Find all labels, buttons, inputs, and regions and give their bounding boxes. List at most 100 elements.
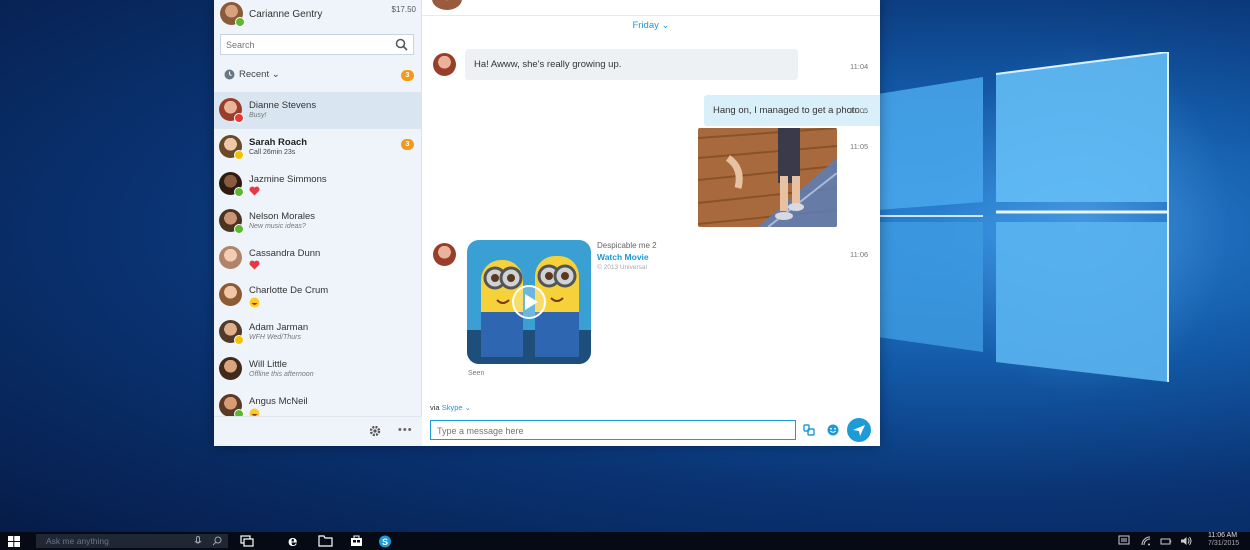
avatar[interactable] [433, 243, 456, 266]
contact-name: Cassandra Dunn [249, 248, 321, 259]
avatar[interactable] [432, 0, 462, 10]
contact-mood: New music ideas? [249, 223, 306, 230]
contact-list: Dianne Stevens Busy! Sarah Roach Call 26… [214, 92, 422, 425]
contact-name: Charlotte De Crum [249, 285, 329, 296]
skype-credit[interactable]: $17.50 [392, 5, 416, 14]
taskbar-date[interactable]: 7/31/2015 [1208, 540, 1239, 548]
online-status-icon [234, 187, 244, 197]
movie-title: Despicable me 2 [597, 241, 657, 250]
avatar [219, 283, 242, 306]
message-time: 11:04 [850, 62, 869, 71]
via-service[interactable]: Skype [442, 403, 463, 412]
search-icon[interactable] [395, 38, 408, 51]
cortana-placeholder: Ask me anything [46, 536, 109, 546]
away-status-icon [234, 150, 244, 160]
message-time: 11:05 [850, 142, 869, 151]
avatar [219, 172, 244, 197]
file-explorer-icon[interactable] [318, 535, 333, 547]
avatar [219, 135, 244, 160]
unread-badge: 3 [401, 70, 414, 81]
windows-start-icon[interactable] [8, 536, 20, 547]
sidebar: Carianne Gentry $17.50 Recent ⌄ 3 [214, 0, 422, 446]
message-time: 11:06 [850, 250, 869, 259]
contact-name: Dianne Stevens [249, 100, 317, 111]
away-status-icon [234, 335, 244, 345]
wifi-icon[interactable] [1140, 535, 1152, 547]
gear-icon[interactable] [369, 425, 381, 437]
heart-icon [249, 186, 260, 196]
list-item[interactable]: Charlotte De Crum [214, 277, 422, 314]
cortana-search[interactable]: Ask me anything [36, 534, 228, 548]
photo-image [698, 128, 837, 227]
edge-icon[interactable]: e [288, 532, 298, 550]
microphone-icon[interactable] [194, 536, 202, 546]
contact-name: Jazmine Simmons [249, 174, 327, 185]
contact-name: Will Little [249, 359, 288, 370]
profile-name: Carianne Gentry [249, 9, 323, 20]
unread-badge: 3 [401, 139, 414, 150]
send-button[interactable] [847, 418, 871, 442]
contact-name: Adam Jarman [249, 322, 309, 333]
contact-name: Sarah Roach [249, 137, 308, 148]
search-input[interactable] [221, 35, 391, 55]
movie-info: Despicable me 2 Watch Movie © 2013 Unive… [597, 241, 657, 271]
list-item[interactable]: Nelson Morales New music ideas? [214, 203, 422, 240]
sidebar-footer: ••• [214, 416, 422, 446]
movie-thumbnail[interactable] [467, 240, 591, 364]
watch-movie-link[interactable]: Watch Movie [597, 252, 657, 262]
list-item[interactable]: Sarah Roach Call 26min 23s 3 [214, 129, 422, 166]
clock-icon [224, 69, 235, 80]
profile-header[interactable]: Carianne Gentry $17.50 [220, 0, 416, 28]
contact-name: Nelson Morales [249, 211, 315, 222]
list-item[interactable]: Cassandra Dunn [214, 240, 422, 277]
skype-window: Carianne Gentry $17.50 Recent ⌄ 3 [214, 0, 880, 446]
via-service-selector[interactable]: via Skype ⌄ [430, 403, 471, 412]
seen-indicator: Seen [468, 370, 485, 377]
message-time: 11:05 [850, 106, 869, 115]
message-bubble[interactable]: Ha! Awww, she's really growing up. [465, 49, 798, 80]
online-status-icon [235, 17, 245, 27]
emoji-icon[interactable] [827, 424, 839, 436]
contact-mood: WFH Wed/Thurs [249, 334, 301, 341]
conversation-pane: Friday ⌄ Ha! Awww, she's really growing … [422, 0, 880, 446]
contact-mood: Offline this afternoon [249, 371, 314, 378]
list-item[interactable]: Adam Jarman WFH Wed/Thurs [214, 314, 422, 351]
day-separator[interactable]: Friday ⌄ [422, 20, 880, 31]
avatar [219, 357, 242, 380]
contact-mood: Call 26min 23s [249, 149, 296, 156]
recent-label: Recent ⌄ [239, 69, 280, 80]
store-icon[interactable] [350, 535, 363, 547]
skype-icon[interactable]: S [378, 535, 392, 548]
compose-box[interactable] [430, 420, 796, 440]
more-icon[interactable]: ••• [398, 424, 413, 436]
play-icon[interactable] [511, 284, 547, 320]
avatar[interactable] [433, 53, 456, 76]
shared-photo[interactable] [698, 128, 837, 227]
volume-icon[interactable] [1180, 535, 1193, 547]
task-view-icon[interactable] [240, 535, 254, 547]
contact-mood: Busy! [249, 112, 267, 119]
busy-status-icon [234, 113, 244, 123]
conversation-header [422, 0, 880, 16]
list-item[interactable]: Will Little Offline this afternoon [214, 351, 422, 388]
action-center-icon[interactable] [1118, 535, 1130, 547]
send-icon [853, 425, 865, 436]
battery-icon[interactable] [1160, 535, 1172, 547]
taskbar: Ask me anything e S 11:06 AM 7/31/2015 [0, 532, 1250, 550]
avatar [219, 246, 242, 269]
search-icon[interactable] [212, 536, 222, 546]
laugh-emoji-icon [249, 297, 260, 308]
search-box[interactable] [220, 34, 414, 55]
avatar [219, 209, 244, 234]
list-item[interactable]: Dianne Stevens Busy! [214, 92, 422, 129]
attach-icon[interactable] [802, 423, 816, 437]
contact-name: Angus McNeil [249, 396, 308, 407]
list-item[interactable]: Jazmine Simmons [214, 166, 422, 203]
message-input[interactable] [431, 422, 795, 440]
windows-desktop-logo [878, 52, 1169, 382]
via-label: via [430, 403, 440, 412]
heart-icon [249, 260, 260, 270]
avatar[interactable] [220, 2, 245, 27]
recent-filter[interactable]: Recent ⌄ 3 [224, 68, 414, 82]
taskbar-time[interactable]: 11:06 AM [1208, 532, 1237, 540]
